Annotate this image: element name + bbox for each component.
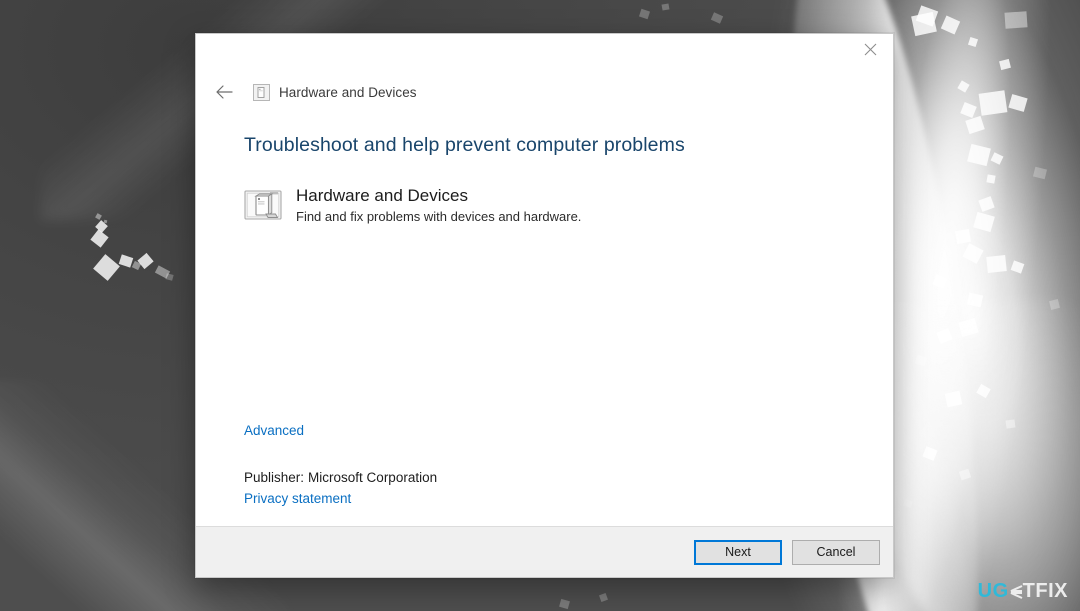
breadcrumb-label: Hardware and Devices [279,84,417,100]
watermark-part-1: UG [977,580,1009,602]
hardware-devices-small-icon [253,83,270,101]
close-button[interactable] [847,34,893,64]
publisher-line: Publisher: Microsoft Corporation [244,470,437,485]
back-arrow-icon [216,85,233,99]
close-icon [864,43,876,55]
troubleshooter-item-text: Hardware and Devices Find and fix proble… [296,185,581,226]
watermark-part-2: TFIX [1022,580,1068,602]
desktop-wallpaper: Hardware and Devices Troubleshoot and he… [0,0,1080,611]
troubleshooter-item-title: Hardware and Devices [296,186,468,205]
publisher-label: Publisher: [244,470,305,485]
troubleshooter-item-description: Find and fix problems with devices and h… [296,209,582,225]
dialog-content: Troubleshoot and help prevent computer p… [196,110,893,526]
dialog-navigation-row: Hardware and Devices [196,74,893,110]
ugetfix-watermark: UG TFIX [978,580,1068,603]
publisher-value: Microsoft Corporation [308,470,438,485]
back-button[interactable] [209,77,239,107]
next-button[interactable]: Next [694,539,782,565]
page-title: Troubleshoot and help prevent computer p… [244,134,685,156]
watermark-arrow-icon [1009,584,1023,600]
computer-tower-icon [244,190,282,220]
cancel-button[interactable]: Cancel [792,539,880,565]
dialog-footer: Next Cancel [196,526,893,577]
privacy-statement-link[interactable]: Privacy statement [244,491,351,506]
dialog-titlebar [196,34,893,74]
troubleshooter-item[interactable]: Hardware and Devices Find and fix proble… [244,185,845,226]
dialog-meta-block: Advanced Publisher: Microsoft Corporation… [244,422,437,508]
troubleshooter-dialog: Hardware and Devices Troubleshoot and he… [195,33,894,578]
advanced-link[interactable]: Advanced [244,423,304,438]
